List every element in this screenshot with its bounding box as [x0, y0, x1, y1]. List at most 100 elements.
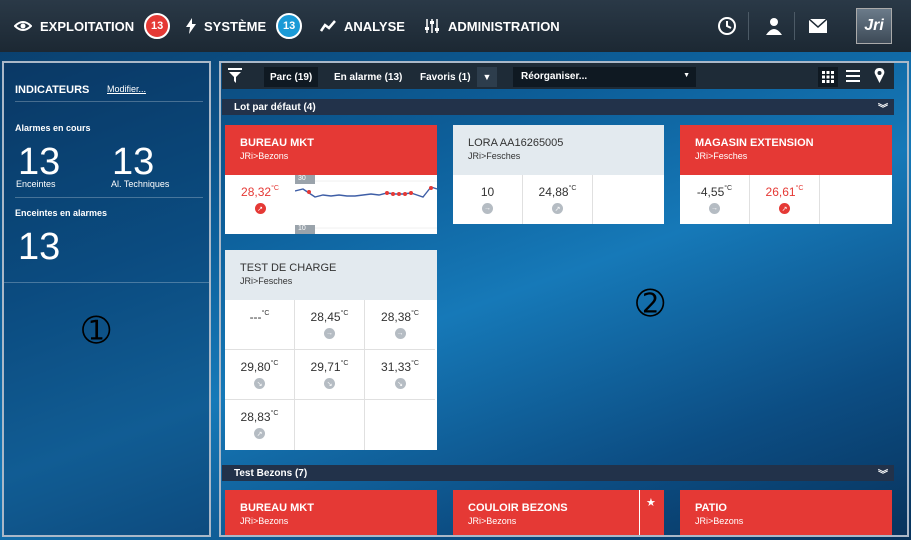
- chevron-down-icon: ▼: [683, 72, 690, 79]
- chart-max-label: 30: [298, 175, 306, 182]
- value-unit: °C: [340, 360, 349, 367]
- value-unit: °C: [568, 185, 577, 192]
- sensor-card[interactable]: COULOIR BEZONS JRi>Bezons ★: [453, 490, 664, 535]
- sliders-icon: [425, 19, 439, 33]
- measure-cell: 29,71°C ↘: [295, 350, 365, 400]
- divider: [15, 197, 203, 198]
- card-location: JRi>Fesches: [240, 276, 293, 286]
- trend-down-icon: ↘: [324, 378, 335, 389]
- chevron-down-icon[interactable]: ▼: [477, 67, 497, 87]
- measure-cell: 24,88°C ↗: [523, 175, 593, 224]
- jri-logo: Jri: [856, 8, 892, 44]
- systeme-count-badge: 13: [276, 13, 303, 39]
- value-text: 28,38: [381, 310, 412, 324]
- reorganize-select[interactable]: Réorganiser... ▼: [513, 67, 696, 87]
- measure-cell: 10 →: [453, 175, 523, 224]
- value-unit: °C: [270, 360, 279, 367]
- exploitation-count-badge: 13: [144, 13, 171, 39]
- collapse-icon[interactable]: ︾: [878, 100, 888, 115]
- value-text: 24,88: [538, 185, 569, 199]
- measure-cell: 28,83°C ↗: [225, 400, 295, 450]
- enceintes-alarm-label: Enceintes en alarmes: [15, 208, 108, 218]
- group-label: Lot par défaut (4): [234, 101, 316, 113]
- card-title: PATIO: [695, 502, 727, 514]
- clock-icon[interactable]: [715, 14, 739, 38]
- tab-parc[interactable]: Parc (19): [264, 67, 319, 87]
- arrow-right-icon: →: [324, 328, 335, 339]
- group-header[interactable]: Lot par défaut (4) ︾: [222, 99, 894, 115]
- enceintes-count: 13: [18, 141, 61, 183]
- user-icon[interactable]: [762, 14, 786, 38]
- nav-exploitation[interactable]: EXPLOITATION 13: [14, 0, 171, 52]
- value-text: 29,71: [310, 360, 341, 374]
- sensor-card[interactable]: BUREAU MKT JRi>Bezons 28,32°C ↗ 30 10: [225, 125, 437, 234]
- filter-toolbar: Parc (19) En alarme (13) Favoris (1) ▼ R…: [222, 63, 894, 89]
- eye-icon: [14, 21, 32, 31]
- measure-cell: -4,55°C →: [680, 175, 750, 224]
- measure-cell: 28,38°C →: [365, 300, 435, 350]
- chart-min-label: 10: [298, 225, 306, 232]
- collapse-icon[interactable]: ︾: [878, 466, 888, 481]
- group-header[interactable]: Test Bezons (7) ︾: [222, 465, 894, 481]
- value-unit: °C: [795, 185, 804, 192]
- filter-icon[interactable]: [228, 68, 242, 88]
- nav-analyse[interactable]: ANALYSE: [320, 0, 405, 52]
- value-unit: °C: [411, 310, 419, 317]
- nav-exploitation-label: EXPLOITATION: [40, 18, 135, 34]
- techniques-label: Al. Techniques: [111, 179, 170, 189]
- value-text: 29,80: [240, 360, 271, 374]
- trend-up-icon: ↗: [254, 203, 266, 214]
- annotation-marker-1: ➀: [82, 311, 111, 351]
- lightning-icon: [186, 18, 196, 34]
- techniques-count: 13: [112, 141, 155, 183]
- card-location: JRi>Fesches: [695, 151, 748, 161]
- sensor-card[interactable]: TEST DE CHARGE JRi>Fesches ---°C 28,45°C…: [225, 250, 437, 450]
- sensor-card[interactable]: LORA AA16265005 JRi>Fesches 10 → 24,88°C…: [453, 125, 664, 224]
- sensor-card[interactable]: MAGASIN EXTENSION JRi>Fesches -4,55°C → …: [680, 125, 892, 224]
- enceintes-alarm-count: 13: [18, 226, 61, 268]
- card-title: TEST DE CHARGE: [240, 262, 337, 274]
- nav-administration[interactable]: ADMINISTRATION: [424, 0, 560, 52]
- indicators-title: INDICATEURS: [15, 84, 90, 96]
- alarms-current-label: Alarmes en cours: [15, 123, 91, 133]
- divider: [794, 12, 795, 40]
- card-title: LORA AA16265005: [468, 137, 564, 149]
- trend-up-icon: ↗: [779, 203, 790, 214]
- card-title: COULOIR BEZONS: [468, 502, 568, 514]
- value-text: 26,61: [765, 185, 796, 199]
- trend-up-icon: ↗: [552, 203, 563, 214]
- grid-view-icon[interactable]: [818, 67, 838, 87]
- modify-link[interactable]: Modifier...: [107, 84, 146, 94]
- card-title: BUREAU MKT: [240, 137, 314, 149]
- value-unit: °C: [261, 310, 270, 317]
- star-icon[interactable]: ★: [646, 496, 656, 509]
- map-pin-icon[interactable]: [874, 68, 885, 88]
- tab-favoris[interactable]: Favoris (1): [414, 67, 477, 87]
- card-location: JRi>Bezons: [240, 151, 289, 161]
- measure-cell: 29,80°C ↘: [225, 350, 295, 400]
- value-unit: °C: [270, 410, 279, 417]
- trend-down-icon: ↘: [394, 378, 406, 389]
- trend-down-icon: ↘: [254, 378, 265, 389]
- card-location: JRi>Fesches: [468, 151, 521, 161]
- mail-icon[interactable]: [806, 14, 830, 38]
- nav-systeme-label: SYSTÈME: [204, 18, 267, 34]
- value-text: ---: [249, 310, 262, 324]
- tab-en-alarme[interactable]: En alarme (13): [328, 67, 408, 87]
- divider: [15, 101, 203, 102]
- value-text: -4,55: [696, 185, 725, 199]
- measure-cell: 26,61°C ↗: [750, 175, 820, 224]
- card-location: JRi>Bezons: [695, 516, 744, 526]
- divider: [4, 282, 209, 283]
- sensor-card[interactable]: BUREAU MKT JRi>Bezons: [225, 490, 437, 535]
- sensor-card[interactable]: PATIO JRi>Bezons: [680, 490, 892, 535]
- card-location: JRi>Bezons: [468, 516, 517, 526]
- list-view-icon[interactable]: [846, 69, 860, 87]
- measure-cell: 28,45°C →: [295, 300, 365, 350]
- top-nav-bar: EXPLOITATION 13 SYSTÈME 13 ANALYSE ADMIN…: [0, 0, 911, 52]
- sparkline-chart: 30 10: [294, 175, 437, 234]
- value-unit: °C: [724, 185, 733, 192]
- nav-systeme[interactable]: SYSTÈME 13: [186, 0, 303, 52]
- group-label: Test Bezons (7): [234, 467, 308, 479]
- nav-analyse-label: ANALYSE: [344, 18, 405, 34]
